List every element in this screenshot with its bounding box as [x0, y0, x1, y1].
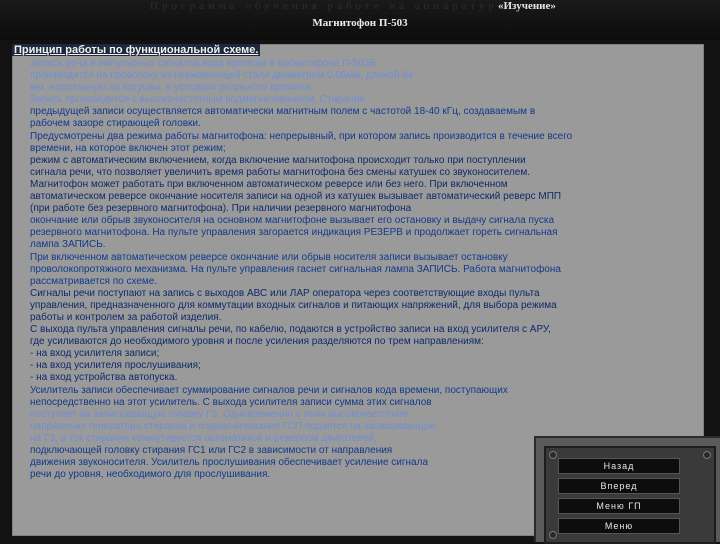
- text-line: рассматривается по схеме.: [30, 275, 158, 287]
- text-line: мм, намотанную на катушки, в условиях ре…: [30, 82, 313, 94]
- text-line: рабочем зазоре стирающей головки.: [30, 118, 201, 130]
- screw-icon: [549, 531, 557, 539]
- text-line: Магнитофон может работать при включенном…: [30, 178, 508, 190]
- device-title: Магнитофон П-503: [312, 17, 408, 29]
- screw-icon: [703, 451, 711, 459]
- text-line: непосредственно на этот усилитель. С вых…: [30, 396, 432, 408]
- text-line: - на вход усилителя записи;: [30, 348, 160, 360]
- text-line: автоматическом реверсе окончание носител…: [30, 191, 562, 203]
- text-line: Сигналы речи поступают на запись с выход…: [30, 287, 540, 299]
- text-line: лампа ЗАПИСЬ.: [30, 239, 106, 251]
- text-line: окончание или обрыв звуконосителя на осн…: [30, 215, 555, 227]
- text-line: При включенном автоматическом реверсе ок…: [30, 251, 508, 263]
- description-text: Запись речи и импульсных сигналов кода в…: [30, 58, 695, 481]
- title-bar: Программа обучения работе на аппаратуре …: [0, 0, 720, 40]
- text-line: режим с автоматическим включением, когда…: [30, 154, 526, 166]
- mode-label: «Изучение»: [498, 0, 556, 12]
- text-line: Предусмотрены два режима работы магнитоф…: [30, 130, 573, 142]
- text-line: Усилитель записи обеспечивает суммирован…: [30, 384, 508, 396]
- screw-icon: [549, 451, 557, 459]
- section-heading: Принцип работы по функциональной схеме.: [12, 44, 261, 56]
- text-line: времени, на которое включен этот режим;: [30, 142, 226, 154]
- text-line: - на вход усилителя прослушивания;: [30, 360, 201, 372]
- text-line: напряжение генератора стирания и подмагн…: [30, 420, 437, 432]
- text-line: - на вход устройства автопуска.: [30, 372, 178, 384]
- main-menu-button[interactable]: Меню ГП: [558, 498, 680, 514]
- text-line: сигнала речи, что позволяет увеличить вр…: [30, 166, 531, 178]
- text-line: где усиливаются до необходимого уровня и…: [30, 336, 484, 348]
- text-line: проволокопротяжного механизма. На пульте…: [30, 263, 561, 275]
- text-line: Запись речи и импульсных сигналов кода в…: [30, 58, 376, 69]
- text-line: предыдущей записи осуществляется автомат…: [30, 106, 536, 118]
- menu-button[interactable]: Меню: [558, 518, 680, 534]
- text-line: (при работе без резервного магнитофона).…: [30, 203, 412, 215]
- text-line: Запись производится с высокочастотным по…: [30, 94, 365, 106]
- text-line: работы и контролем за работой изделия.: [30, 311, 222, 323]
- navigation-panel: Назад Вперед Меню ГП Меню: [534, 436, 720, 544]
- navigation-frame: Назад Вперед Меню ГП Меню: [544, 446, 716, 544]
- forward-button[interactable]: Вперед: [558, 478, 680, 494]
- program-title: Программа обучения работе на аппаратуре: [150, 0, 507, 12]
- text-line: управления, предназначенного для коммута…: [30, 299, 557, 311]
- text-line: С выхода пульта управления сигналы речи,…: [30, 324, 551, 336]
- text-line: производится на проволоку из нержавеющей…: [30, 70, 414, 82]
- text-line: поступает на записывающую головку ГЗ. Од…: [30, 408, 408, 420]
- text-line: резервного магнитофона. На пульте управл…: [30, 227, 558, 239]
- back-button[interactable]: Назад: [558, 458, 680, 474]
